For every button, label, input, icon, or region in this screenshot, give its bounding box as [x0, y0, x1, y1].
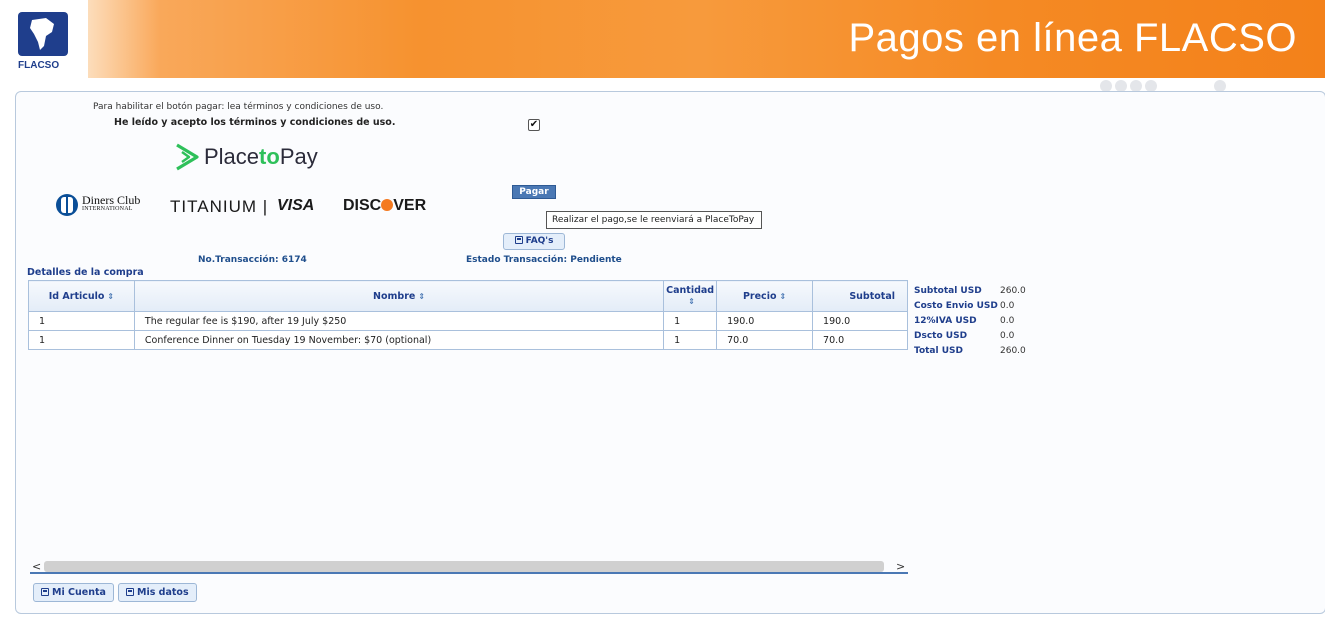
diners-name: Diners Club — [82, 193, 141, 207]
col-header-qty[interactable]: Cantidad ⇕ — [663, 280, 718, 312]
total-row-total: Total USD 260.0 — [914, 345, 1026, 356]
transaction-status: Estado Transacción: Pendiente — [466, 255, 622, 265]
table-header-row: Id Articulo ⇕ Nombre ⇕ Cantidad ⇕ Precio ⇕ S… — [28, 280, 908, 312]
cell-qty: 1 — [663, 311, 718, 331]
discover-o-icon — [381, 199, 394, 211]
sort-icon: ⇕ — [418, 291, 426, 301]
scroll-left-icon[interactable]: < — [32, 560, 41, 573]
cell-id: 1 — [28, 330, 135, 350]
cell-price: 70.0 — [716, 330, 814, 350]
terms-checkbox[interactable]: ✔ — [528, 119, 540, 131]
placetopay-arrow-icon — [176, 143, 199, 171]
details-title: Detalles de la compra — [27, 267, 144, 278]
sort-icon: ⇕ — [688, 297, 695, 306]
col-header-name[interactable]: Nombre ⇕ — [133, 280, 665, 312]
scroll-thumb[interactable] — [44, 561, 884, 572]
total-row-iva: 12%IVA USD 0.0 — [914, 315, 1015, 326]
total-row-subtotal: Subtotal USD 260.0 — [914, 285, 1026, 296]
sort-icon: ⇕ — [107, 291, 115, 301]
flacso-logo[interactable]: FLACSO — [0, 0, 88, 78]
horizontal-scrollbar[interactable]: < > — [30, 560, 908, 574]
logo-text: FLACSO — [18, 60, 60, 71]
purchase-table: Id Articulo ⇕ Nombre ⇕ Cantidad ⇕ Precio ⇕ S… — [28, 280, 908, 350]
mi-cuenta-button[interactable]: Mi Cuenta — [33, 583, 114, 602]
scroll-right-icon[interactable]: > — [896, 560, 905, 573]
diners-icon — [56, 194, 78, 216]
col-header-price[interactable]: Precio ⇕ — [716, 280, 814, 312]
sort-icon: ⇕ — [779, 291, 787, 301]
cell-name: The regular fee is $190, after 19 July $… — [133, 311, 665, 331]
discover-logo: DISC VER — [343, 197, 427, 214]
save-icon — [126, 588, 134, 596]
page-title: Pagos en línea FLACSO — [848, 16, 1297, 60]
titanium-logo: TITANIUM | — [170, 197, 269, 216]
diners-logo: Diners Club INTERNATIONAL — [56, 194, 140, 216]
terms-accept-label: He leído y acepto los términos y condici… — [114, 117, 396, 128]
cell-subtotal: 190.0 — [812, 311, 908, 331]
pagar-button[interactable]: Pagar — [512, 185, 556, 199]
cell-price: 190.0 — [716, 311, 814, 331]
pagar-tooltip: Realizar el pago,se le reenviará a Place… — [546, 211, 762, 229]
total-row-discount: Dscto USD 0.0 — [914, 330, 1015, 341]
header-banner: FLACSO Pagos en línea FLACSO — [0, 0, 1325, 78]
col-header-subtotal[interactable]: Subtotal — [812, 280, 908, 312]
table-row[interactable]: 1 The regular fee is $190, after 19 July… — [28, 311, 908, 331]
faq-button[interactable]: FAQ's — [503, 233, 565, 250]
terms-intro: Para habilitar el botón pagar: lea térmi… — [93, 102, 384, 112]
cell-id: 1 — [28, 311, 135, 331]
placetopay-wordmark: PlacetoPay — [204, 144, 318, 169]
save-icon — [514, 236, 523, 244]
table-row[interactable]: 1 Conference Dinner on Tuesday 19 Novemb… — [28, 330, 908, 350]
col-header-id[interactable]: Id Articulo ⇕ — [28, 280, 135, 312]
cell-subtotal: 70.0 — [812, 330, 908, 350]
save-icon — [41, 588, 49, 596]
cell-qty: 1 — [663, 330, 718, 350]
diners-sub: INTERNATIONAL — [82, 206, 133, 212]
transaction-number: No.Transacción: 6174 — [198, 255, 307, 265]
placetopay-logo: PlacetoPay — [174, 142, 318, 172]
total-row-shipping: Costo Envio USD 0.0 — [914, 300, 1015, 311]
cell-name: Conference Dinner on Tuesday 19 November… — [133, 330, 665, 350]
visa-logo: VISA — [277, 197, 315, 214]
mis-datos-button[interactable]: Mis datos — [118, 583, 197, 602]
flacso-emblem-icon — [18, 12, 68, 56]
totals-panel: Subtotal USD 260.0 Costo Envio USD 0.0 12%… — [914, 283, 1026, 358]
